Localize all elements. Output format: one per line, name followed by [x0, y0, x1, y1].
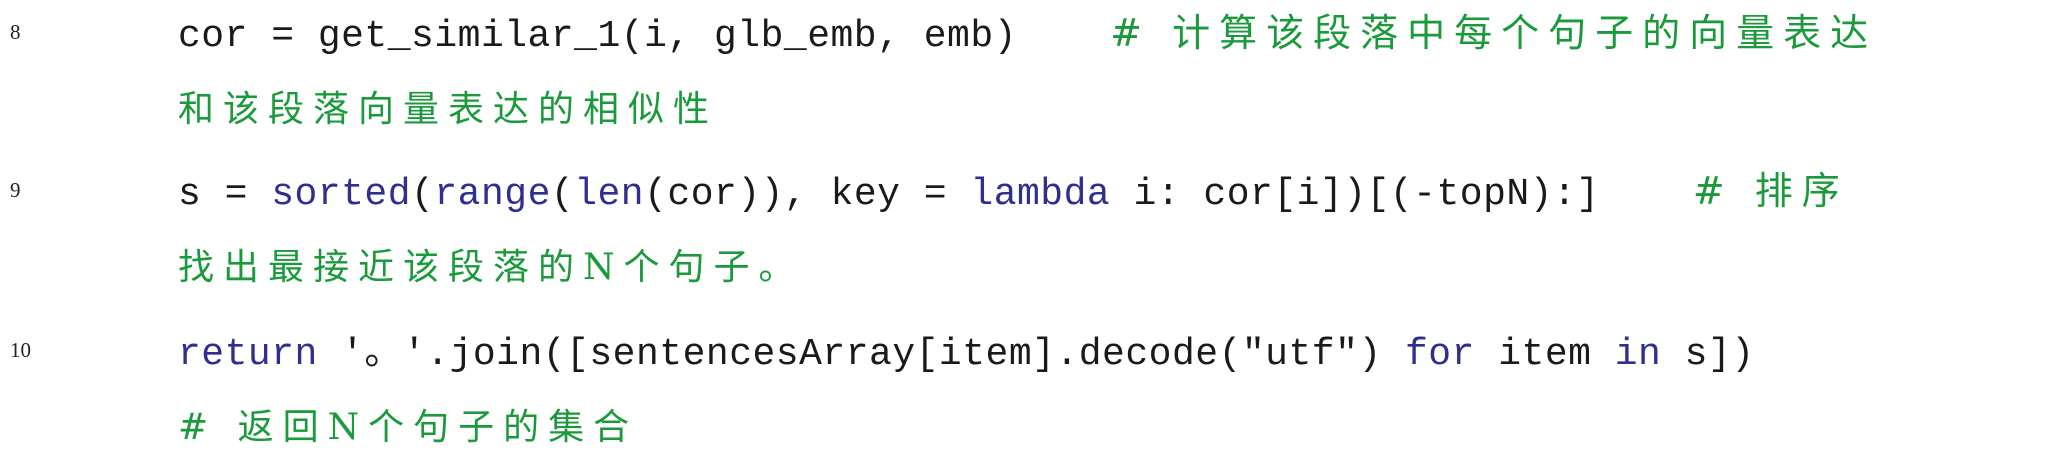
code-text: return '。'.join([sentencesArray[item].de…	[178, 320, 1755, 376]
code-fragment: (	[411, 173, 435, 216]
keyword-for: for	[1405, 333, 1475, 376]
code-fragment: item	[1474, 333, 1615, 376]
builtin-len: len	[574, 173, 645, 216]
code-fragment: (	[550, 173, 575, 216]
code-statement: cor = get_similar_1(i, glb_emb, emb)	[178, 15, 1111, 58]
line-number: 8	[10, 20, 21, 44]
code-comment: # 计算该段落中每个句子的向量表达	[1110, 11, 1878, 55]
keyword-return: return	[178, 333, 318, 376]
line-number: 10	[10, 338, 31, 362]
code-text: s = sorted(range(len(cor)), key = lambda…	[178, 160, 1849, 216]
code-comment: # 排序	[1692, 169, 1849, 213]
comment-continuation: # 返回N个句子的集合	[178, 407, 639, 448]
keyword-lambda: lambda	[970, 173, 1111, 216]
keyword-in: in	[1614, 333, 1662, 376]
code-listing: 8 cor = get_similar_1(i, glb_emb, emb) #…	[0, 0, 2071, 453]
code-fragment: s])	[1661, 333, 1755, 376]
builtin-sorted: sorted	[271, 173, 412, 216]
code-fragment: s =	[178, 173, 272, 216]
code-line-8: 8 cor = get_similar_1(i, glb_emb, emb) #…	[0, 0, 2071, 130]
code-fragment: i: cor[i])[(-topN):]	[1110, 173, 1693, 216]
comment-continuation: 找出最接近该段落的N个句子。	[178, 247, 804, 288]
builtin-range: range	[434, 173, 551, 216]
line-number: 9	[10, 178, 21, 202]
comment-continuation: 和该段落向量表达的相似性	[178, 89, 719, 130]
code-line-10: 10 return '。'.join([sentencesArray[item]…	[0, 318, 2071, 448]
code-line-9: 9 s = sorted(range(len(cor)), key = lamb…	[0, 158, 2071, 288]
code-fragment: '。'.join([sentencesArray[item].decode("u…	[317, 333, 1405, 376]
code-text: cor = get_similar_1(i, glb_emb, emb) # 计…	[178, 2, 1877, 58]
code-fragment: (cor)), key =	[644, 173, 971, 216]
